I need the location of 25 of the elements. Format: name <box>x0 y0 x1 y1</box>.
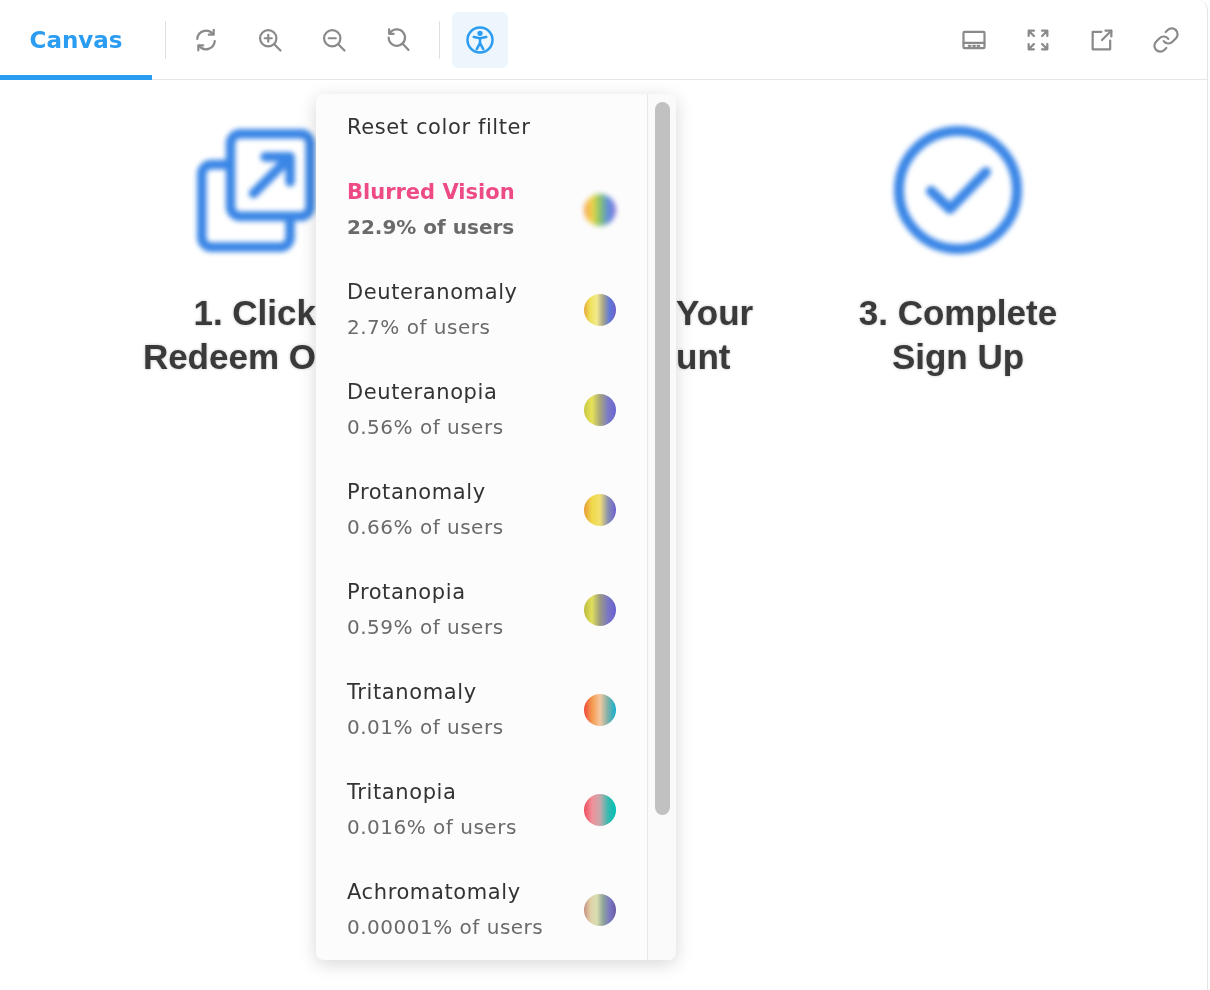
check-circle-icon <box>893 125 1023 255</box>
color-swatch-icon <box>584 794 616 826</box>
color-swatch-icon <box>584 394 616 426</box>
link-icon <box>1152 25 1180 54</box>
filter-option[interactable]: Deuteranomaly 2.7% of users <box>316 260 647 360</box>
filter-option[interactable]: Protanopia 0.59% of users <box>316 560 647 660</box>
step-title: Your unt <box>676 292 754 378</box>
color-swatch-icon <box>584 894 616 926</box>
filter-option[interactable]: Deuteranopia 0.56% of users <box>316 360 647 460</box>
color-swatch-icon <box>584 594 616 626</box>
scrollbar-thumb[interactable] <box>654 102 670 815</box>
filter-option[interactable]: Reset color filter <box>316 94 647 160</box>
step-title: 1. Click Redeem O <box>142 292 316 378</box>
accessibility-icon <box>465 24 495 55</box>
color-swatch-icon <box>584 294 616 326</box>
filter-option[interactable]: Tritanopia 0.016% of users <box>316 760 647 860</box>
accessibility-button[interactable] <box>452 11 508 68</box>
filter-option[interactable]: Blurred Vision 22.9% of users <box>316 160 647 260</box>
filter-option[interactable]: Tritanomaly 0.01% of users <box>316 660 647 760</box>
step-title: 3. Complete Sign Up <box>858 292 1058 378</box>
color-swatch-icon <box>584 494 616 526</box>
color-swatch-icon <box>584 694 616 726</box>
filter-option[interactable]: Protanomaly 0.66% of users <box>316 460 647 560</box>
filter-option[interactable]: Achromatomaly 0.00001% of users <box>316 860 647 960</box>
color-swatch-icon <box>584 194 616 226</box>
